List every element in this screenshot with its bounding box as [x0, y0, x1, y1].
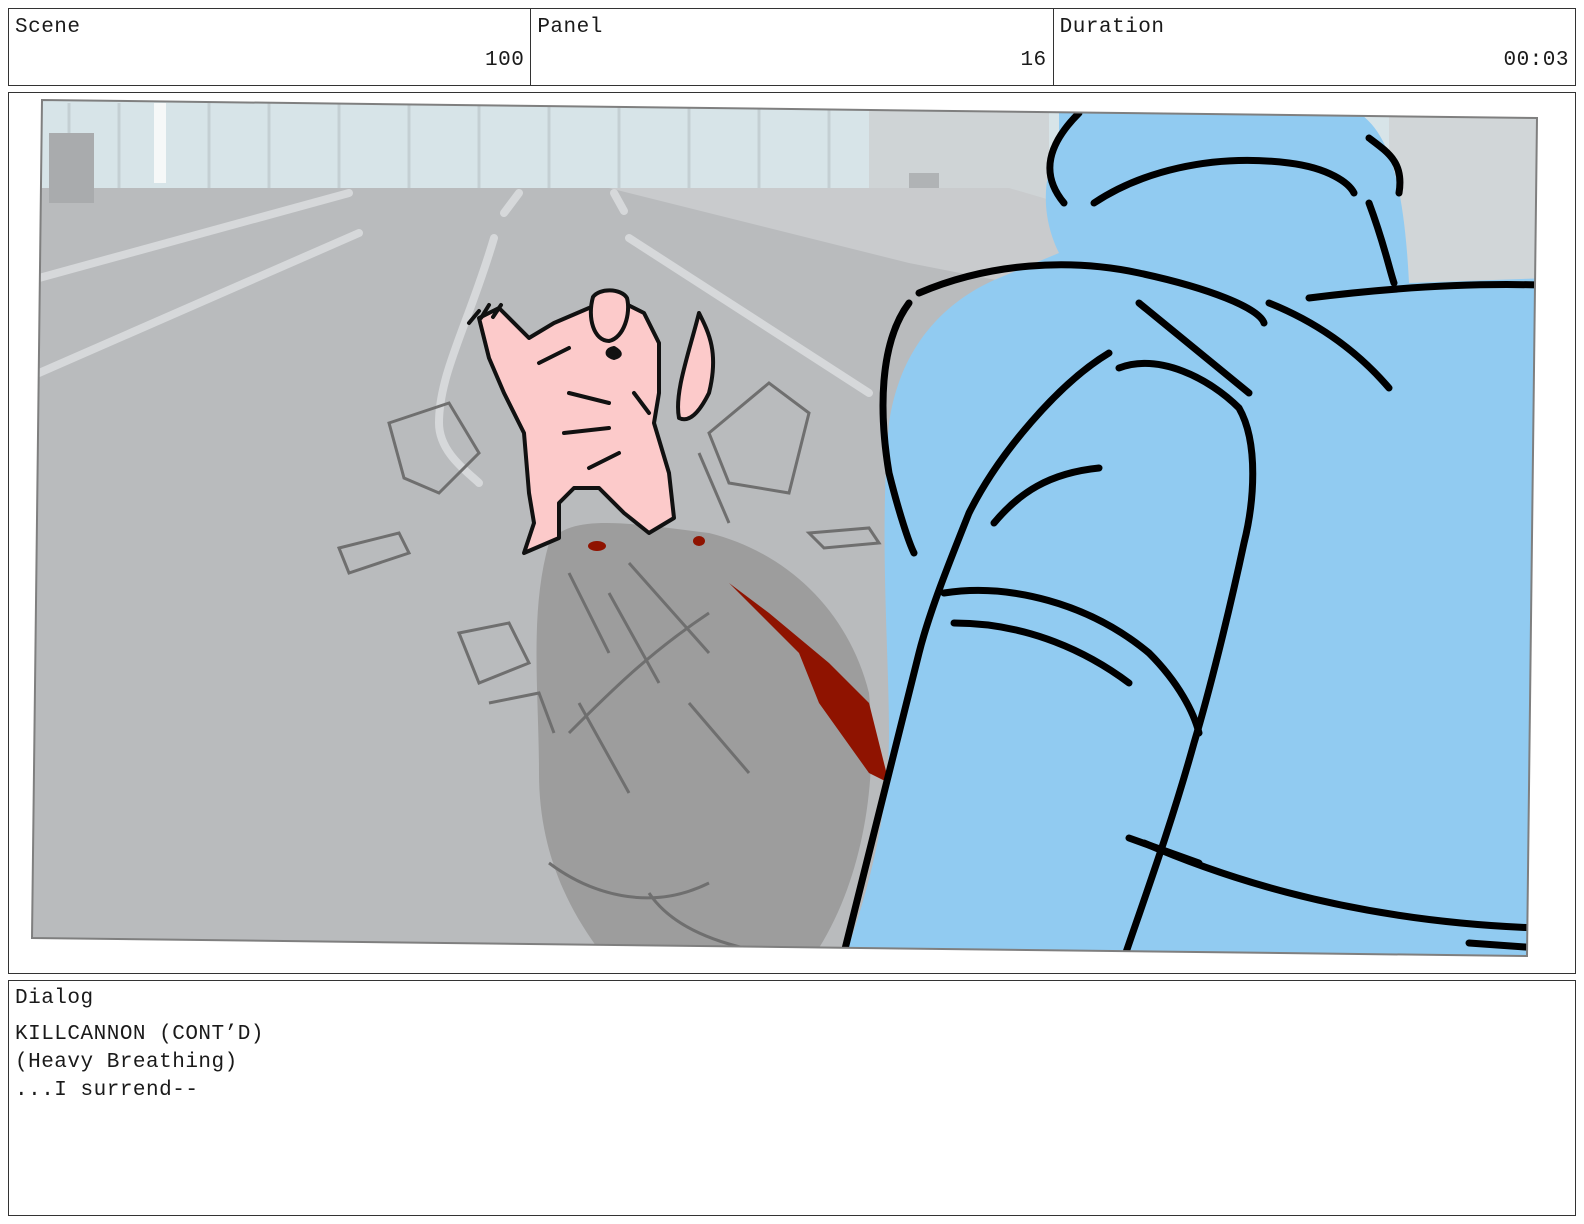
panel-number[interactable]: 16	[1020, 49, 1046, 72]
duration-cell: Duration 00:03	[1054, 9, 1575, 85]
background-scene	[32, 100, 1537, 956]
panel-cell: Panel 16	[531, 9, 1054, 85]
panel-label: Panel	[537, 16, 603, 39]
scene-cell: Scene 100	[9, 9, 532, 85]
panel-info-header: Scene 100 Panel 16 Duration 00:03	[8, 8, 1576, 86]
scene-number[interactable]: 100	[485, 49, 524, 72]
dialog-text[interactable]: KILLCANNON (CONT’D) (Heavy Breathing) ..…	[15, 1021, 264, 1105]
duration-label: Duration	[1059, 16, 1165, 39]
light-column	[154, 103, 166, 183]
dialog-label: Dialog	[15, 987, 94, 1010]
scene-label: Scene	[15, 16, 81, 39]
left-building-shadow	[49, 133, 94, 203]
right-building	[1389, 113, 1537, 283]
dialog-line-parenthetical: (Heavy Breathing)	[15, 1051, 238, 1074]
duration-value[interactable]: 00:03	[1503, 49, 1569, 72]
dialog-line-character: KILLCANNON (CONT’D)	[15, 1023, 264, 1046]
storyboard-drawing	[30, 98, 1539, 958]
dialog-box: Dialog KILLCANNON (CONT’D) (Heavy Breath…	[8, 980, 1576, 1216]
dialog-line-speech: ...I surrend--	[15, 1079, 199, 1102]
storyboard-panel	[8, 92, 1576, 974]
